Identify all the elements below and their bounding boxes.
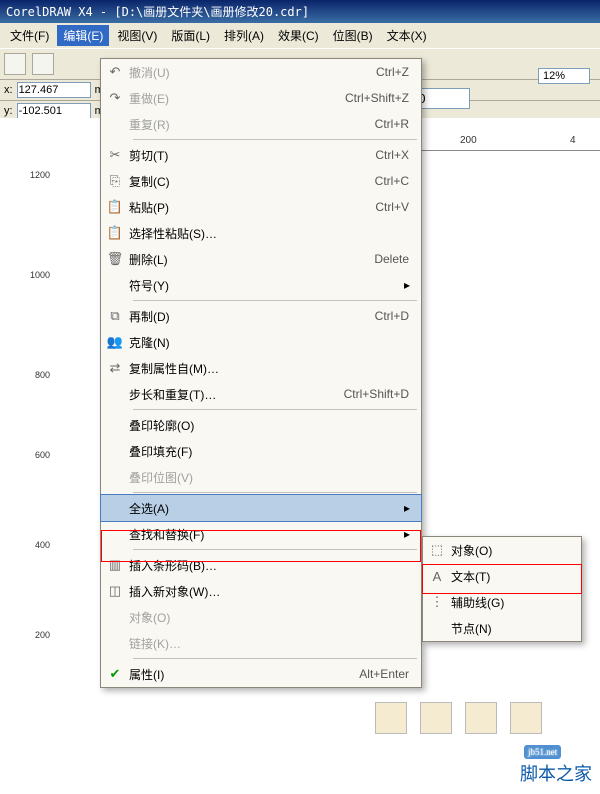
menu-select-all[interactable]: 全选(A)▸ [100,494,422,522]
ytick-1000: 1000 [30,270,50,280]
copy-icon: ⎘ [101,173,129,189]
menu-step-repeat[interactable]: 步长和重复(T)…Ctrl+Shift+D [101,381,421,407]
menu-file[interactable]: 文件(F) [4,25,55,46]
y-input[interactable] [17,103,91,119]
paste-special-icon: 📋 [101,225,129,241]
menu-paste-special[interactable]: 📋选择性粘贴(S)… [101,220,421,246]
menu-copy[interactable]: ⎘复制(C)Ctrl+C [101,168,421,194]
object-icon: ◫ [101,583,129,599]
menu-redo: ↷重做(E)Ctrl+Shift+Z [101,85,421,111]
thumbnail[interactable] [510,702,542,734]
ytick-600: 600 [35,450,50,460]
separator [133,658,417,659]
menu-properties[interactable]: ✔属性(I)Alt+Enter [101,661,421,687]
ytick-400: 400 [35,540,50,550]
menu-overprint-fill[interactable]: 叠印填充(F) [101,438,421,464]
menu-arrange[interactable]: 排列(A) [218,25,270,46]
watermark-text: 脚本之家 [520,764,592,784]
watermark-logo: jb51.net [524,745,561,759]
undo-icon: ↶ [101,64,129,80]
arrow-right-icon: ▸ [401,278,413,292]
arrow-right-icon: ▸ [401,501,413,515]
menu-clone[interactable]: 👥克隆(N) [101,329,421,355]
separator [133,492,417,493]
x-input[interactable] [17,82,91,98]
menu-layout[interactable]: 版面(L) [165,25,216,46]
separator [133,549,417,550]
y-label: y: [4,105,13,117]
menu-object: 对象(O) [101,604,421,630]
menu-view[interactable]: 视图(V) [111,25,163,46]
ruler-x: 200 4 [420,134,600,151]
ytick-1200: 1200 [30,170,50,180]
sub-text[interactable]: A文本(T) [423,563,581,589]
objects-icon: ⬚ [423,542,451,558]
menu-overprint-outline[interactable]: 叠印轮廓(O) [101,412,421,438]
ytick-800: 800 [35,370,50,380]
new-icon[interactable] [4,53,26,75]
sub-guides[interactable]: ⋮辅助线(G) [423,589,581,615]
menu-delete[interactable]: 🗑删除(L)Delete [101,246,421,272]
guides-icon: ⋮ [423,594,451,610]
separator [133,139,417,140]
check-icon: ✔ [101,666,129,682]
sub-nodes[interactable]: 节点(N) [423,615,581,641]
menu-repeat: 重复(R)Ctrl+R [101,111,421,137]
menu-overprint-bitmap: 叠印位图(V) [101,464,421,490]
menu-paste[interactable]: 📋粘贴(P)Ctrl+V [101,194,421,220]
titlebar: CorelDRAW X4 - [D:\画册文件夹\画册修改20.cdr] [0,0,600,23]
delete-icon: 🗑 [101,251,129,267]
menu-insert-object[interactable]: ◫插入新对象(W)… [101,578,421,604]
watermark: jb51.net 脚本之家 [520,739,592,786]
select-all-submenu: ⬚对象(O) A文本(T) ⋮辅助线(G) 节点(N) [422,536,582,642]
menu-symbol[interactable]: 符号(Y)▸ [101,272,421,298]
copy-props-icon: ⇄ [101,360,129,376]
menu-links: 链接(K)… [101,630,421,656]
separator [133,409,417,410]
thumbnail[interactable] [420,702,452,734]
barcode-icon: ▥ [101,557,129,573]
menu-edit[interactable]: 编辑(E) [57,25,109,46]
sub-objects[interactable]: ⬚对象(O) [423,537,581,563]
menubar: 文件(F) 编辑(E) 视图(V) 版面(L) 排列(A) 效果(C) 位图(B… [0,23,600,48]
menu-insert-barcode[interactable]: ▥插入条形码(B)… [101,552,421,578]
open-icon[interactable] [32,53,54,75]
menu-effects[interactable]: 效果(C) [272,25,325,46]
menu-find-replace[interactable]: 查找和替换(F)▸ [101,521,421,547]
clone-icon: 👥 [101,334,129,350]
text-icon: A [423,569,451,584]
ruler-tick-200: 200 [460,135,477,146]
x-label: x: [4,84,13,96]
scissors-icon: ✂ [101,147,129,163]
zoom-input[interactable]: 12% [538,68,590,84]
duplicate-icon: ⧉ [101,308,129,324]
redo-icon: ↷ [101,90,129,106]
menu-bitmap[interactable]: 位图(B) [327,25,379,46]
ruler-tick-4: 4 [570,135,576,146]
menu-undo[interactable]: ↶撤消(U)Ctrl+Z [101,59,421,85]
edit-menu-dropdown: ↶撤消(U)Ctrl+Z ↷重做(E)Ctrl+Shift+Z 重复(R)Ctr… [100,58,422,688]
paste-icon: 📋 [101,199,129,215]
thumbnail[interactable] [465,702,497,734]
menu-copy-props[interactable]: ⇄复制属性自(M)… [101,355,421,381]
thumbnail[interactable] [375,702,407,734]
ytick-200: 200 [35,630,50,640]
menu-duplicate[interactable]: ⧉再制(D)Ctrl+D [101,303,421,329]
menu-text[interactable]: 文本(X) [381,25,433,46]
arrow-right-icon: ▸ [401,527,413,541]
menu-cut[interactable]: ✂剪切(T)Ctrl+X [101,142,421,168]
separator [133,300,417,301]
